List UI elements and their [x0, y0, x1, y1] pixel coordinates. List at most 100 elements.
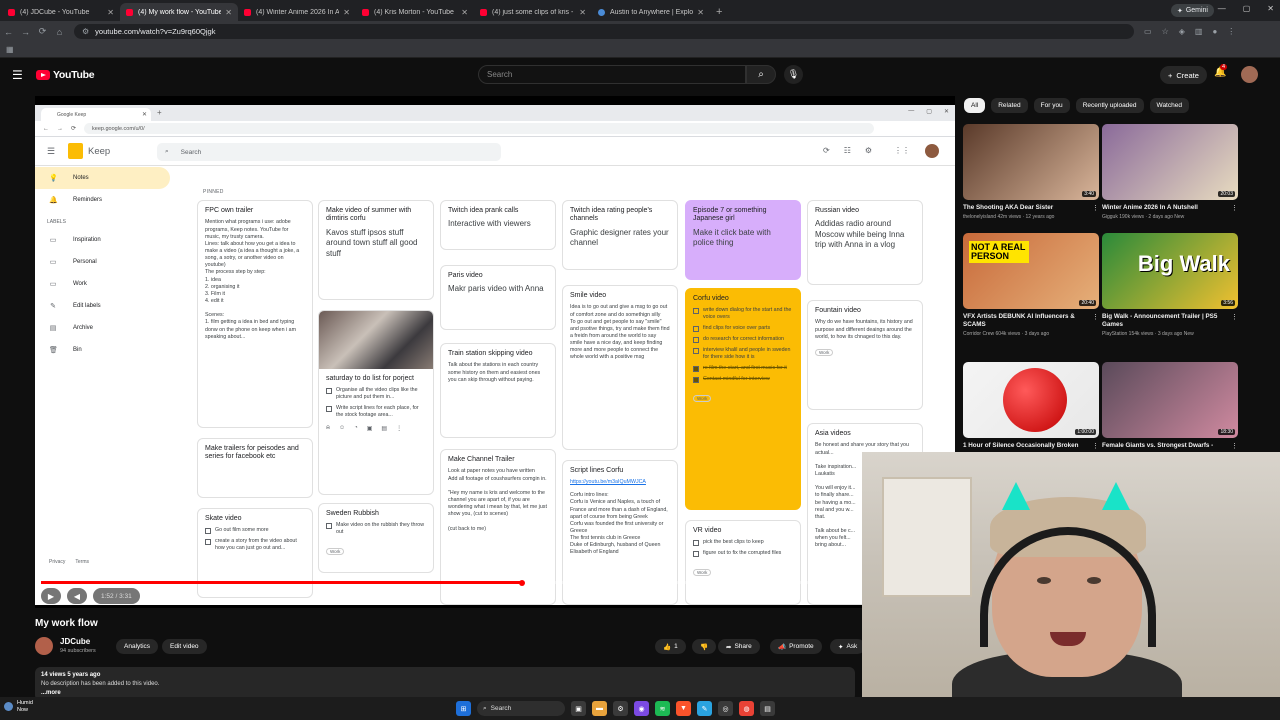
more-actions-icon[interactable]: ⋮ — [1092, 442, 1099, 450]
profile-icon[interactable]: ● — [1212, 27, 1217, 36]
like-button[interactable]: 👍 1 — [655, 639, 686, 654]
close-tab-icon[interactable]: ✕ — [461, 8, 468, 17]
windows-start-icon[interactable]: ⊞ — [456, 701, 471, 716]
discord-icon[interactable]: ◉ — [634, 701, 649, 716]
file-explorer-icon[interactable]: ▬ — [592, 701, 607, 716]
play-button[interactable]: ▶ — [41, 588, 61, 604]
browser-tab[interactable]: Austin to Anywhere | Explore ✕ — [592, 3, 710, 21]
hamburger-menu-icon[interactable]: ☰ — [12, 68, 23, 82]
settings-icon[interactable]: ⚙ — [613, 701, 628, 716]
related-video-title[interactable]: Female Giants vs. Strongest Dwarfs - — [1102, 442, 1230, 450]
url-bar[interactable]: ⚙ youtube.com/watch?v=Zu9rq60Qjgk — [74, 24, 1134, 39]
video-thumbnail[interactable]: 18:30 — [1102, 362, 1238, 438]
video-thumbnail[interactable]: 20:03 — [1102, 124, 1238, 200]
maximize-icon[interactable]: ▢ — [1243, 4, 1251, 13]
browser-tab[interactable]: (4) My work flow - YouTube ✕ — [120, 3, 238, 21]
brave-icon[interactable]: ▼ — [676, 701, 691, 716]
video-scrubber-handle[interactable] — [519, 580, 525, 586]
filter-chip[interactable]: Watched — [1149, 98, 1189, 113]
related-video-title[interactable]: 1 Hour of Silence Occasionally Broken — [963, 442, 1091, 450]
back-icon[interactable]: ← — [0, 27, 17, 37]
filter-chip[interactable]: For you — [1033, 98, 1070, 113]
close-tab-icon[interactable]: ✕ — [579, 8, 586, 17]
browser-tab[interactable]: (4) Winter Anime 2026 In A Nu✕ — [238, 3, 356, 21]
site-info-icon[interactable]: ⚙ — [82, 27, 89, 36]
dislike-button[interactable]: 👎 — [692, 639, 717, 654]
video-player[interactable]: Google Keep ✕ + — ▢ ✕ ← → ⟳ keep.google.com… — [35, 96, 955, 608]
video-thumbnail[interactable]: Big Walk 3:56 — [1102, 233, 1238, 309]
related-video-title[interactable]: Winter Anime 2026 In A Nutshell — [1102, 204, 1230, 212]
cast-icon[interactable]: ▭ — [1144, 27, 1152, 36]
browser-tab[interactable]: (4) just some clips of kris - You ✕ — [474, 3, 592, 21]
spotify-icon[interactable]: ≋ — [655, 701, 670, 716]
bookmark-star-icon[interactable]: ☆ — [1162, 27, 1169, 36]
note-more-icon: ⋮ — [396, 425, 403, 432]
notifications-button[interactable]: 🔔 4 — [1214, 64, 1228, 78]
note-twitch-rating: Twitch idea rating people's channels Gra… — [562, 200, 678, 270]
filter-chip[interactable]: Related — [991, 98, 1028, 113]
video-thumbnail[interactable]: 1:00:00 — [963, 362, 1099, 438]
close-tab-icon[interactable]: ✕ — [343, 8, 350, 17]
related-video-card[interactable]: Big Walk 3:56 Big Walk - Announcement Trai… — [1102, 233, 1238, 337]
forward-icon[interactable]: → — [17, 27, 34, 37]
video-thumbnail[interactable]: NOT A REAL PERSON 20:40 — [963, 233, 1099, 309]
related-video-card[interactable]: 3:40 The Shooting AKA Dear Sister thelonel… — [963, 124, 1099, 220]
browser-tab[interactable]: (4) JDCube - YouTube ✕ — [2, 3, 120, 21]
checklist-item: do research for correct information — [693, 336, 793, 344]
filter-chip[interactable]: All — [964, 98, 986, 113]
channel-name[interactable]: JDCube — [60, 637, 90, 646]
related-video-title[interactable]: Big Walk - Announcement Trailer | PS5 Ga… — [1102, 313, 1230, 329]
close-tab-icon[interactable]: ✕ — [697, 8, 704, 17]
checklist-text: Organise all the video clips like the pi… — [336, 387, 418, 401]
promote-button[interactable]: 📣 Promote — [770, 639, 822, 654]
volume-button[interactable]: ◀ — [67, 588, 87, 604]
pen-icon[interactable]: ✎ — [697, 701, 712, 716]
edit-video-button[interactable]: Edit video — [162, 639, 207, 654]
create-button[interactable]: + Create — [1160, 66, 1207, 84]
reload-icon[interactable]: ⟳ — [34, 26, 51, 37]
close-tab-icon[interactable]: ✕ — [225, 8, 232, 17]
share-button[interactable]: ➦ Share — [718, 639, 760, 654]
extensions-icon[interactable]: ◈ — [1179, 27, 1185, 36]
home-icon[interactable]: ⌂ — [51, 27, 68, 37]
channel-avatar[interactable] — [35, 637, 53, 655]
related-video-card[interactable]: 18:30 Female Giants vs. Strongest Dwarfs … — [1102, 362, 1238, 450]
ask-button[interactable]: ✦ Ask — [830, 639, 866, 654]
close-tab-icon[interactable]: ✕ — [107, 8, 114, 17]
taskbar-search[interactable]: ⌕ Search — [477, 701, 565, 716]
voice-search-button[interactable]: 🎙 — [784, 65, 803, 84]
search-button[interactable]: ⌕ — [746, 65, 776, 84]
more-actions-icon[interactable]: ⋮ — [1231, 204, 1238, 212]
more-actions-icon[interactable]: ⋮ — [1231, 313, 1238, 321]
chrome-icon[interactable]: ◍ — [739, 701, 754, 716]
weather-widget[interactable]: Humid Now — [4, 700, 33, 713]
filter-chip[interactable]: Recently uploaded — [1075, 98, 1144, 113]
more-actions-icon[interactable]: ⋮ — [1231, 442, 1238, 450]
video-thumbnail[interactable]: 3:40 — [963, 124, 1099, 200]
description-box[interactable]: 14 views 5 years ago No description has … — [35, 667, 855, 701]
related-video-title[interactable]: The Shooting AKA Dear Sister — [963, 204, 1091, 212]
terminal-icon[interactable]: ▤ — [760, 701, 775, 716]
video-progress-bar[interactable] — [41, 581, 949, 584]
browser-tab[interactable]: (4) Kris Morton - YouTube ✕ — [356, 3, 474, 21]
chrome-menu-icon[interactable]: ⋮ — [1227, 27, 1235, 36]
more-actions-icon[interactable]: ⋮ — [1092, 313, 1099, 321]
task-view-icon[interactable]: ▣ — [571, 701, 586, 716]
close-window-icon[interactable]: ✕ — [1267, 4, 1274, 13]
gemini-button[interactable]: ✦ Gemini — [1170, 4, 1214, 17]
new-tab-icon[interactable]: + — [710, 3, 728, 21]
analytics-label: Analytics — [124, 643, 151, 650]
related-video-card[interactable]: NOT A REAL PERSON 20:40 VFX Artists DEBUNK… — [963, 233, 1099, 337]
related-video-card[interactable]: 20:03 Winter Anime 2026 In A Nutshell Gigg… — [1102, 124, 1238, 220]
steam-icon[interactable]: ◎ — [718, 701, 733, 716]
apps-grid-icon[interactable]: ▦ — [6, 45, 14, 54]
analytics-button[interactable]: Analytics — [116, 639, 159, 654]
related-video-title[interactable]: VFX Artists DEBUNK AI Influencers & SCAM… — [963, 313, 1091, 329]
youtube-logo[interactable]: YouTube — [36, 69, 95, 81]
account-avatar[interactable] — [1241, 66, 1258, 83]
related-video-card[interactable]: 1:00:00 1 Hour of Silence Occasionally Br… — [963, 362, 1099, 450]
sidepanel-icon[interactable]: ▥ — [1195, 27, 1203, 36]
more-actions-icon[interactable]: ⋮ — [1092, 204, 1099, 212]
search-input[interactable]: Search — [478, 65, 746, 84]
minimize-icon[interactable]: — — [1218, 4, 1226, 13]
